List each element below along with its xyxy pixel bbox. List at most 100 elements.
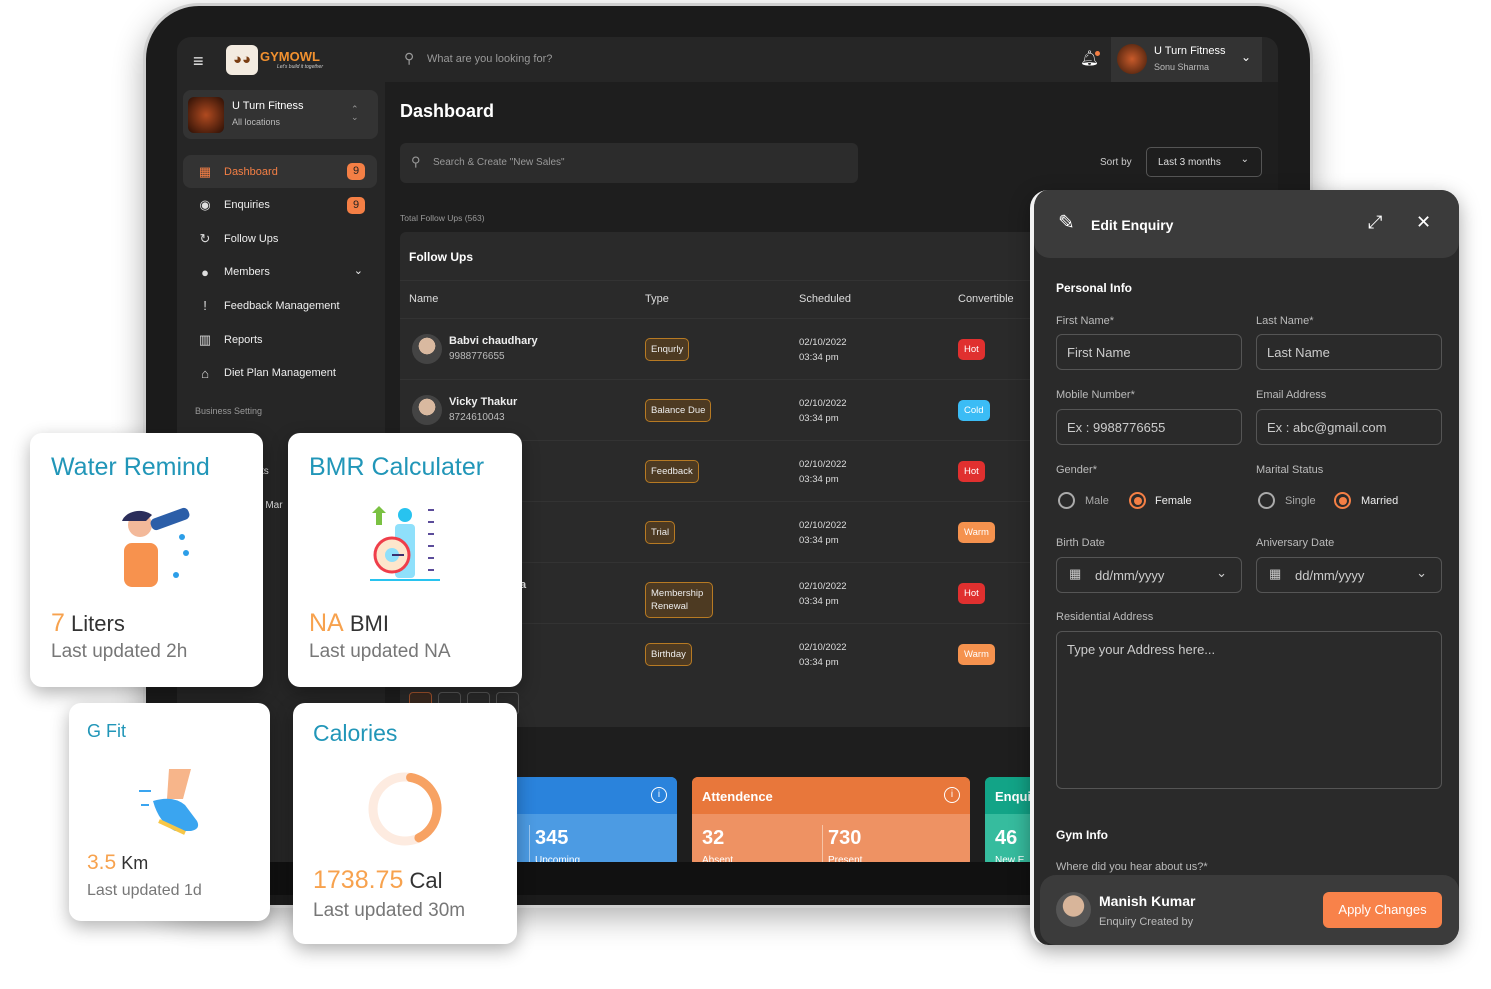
section-gym-info: Gym Info	[1056, 828, 1109, 842]
widget-updated: Last updated NA	[309, 641, 451, 662]
col-name[interactable]: Name	[409, 293, 438, 305]
type-badge: Feedback	[645, 460, 699, 483]
row-phone: 8724610043	[449, 412, 505, 423]
widget-bmr[interactable]: BMR Calculater NA BMI Last updated NA	[288, 433, 522, 687]
enquiries-icon: ◉	[199, 197, 211, 213]
location-sub: All locations	[232, 117, 281, 127]
sidebar-item-feedback-management[interactable]: ! Feedback Management	[183, 289, 377, 322]
chevron-down-icon: ⌄	[1241, 50, 1252, 64]
last-name-label: Last Name*	[1256, 315, 1314, 327]
calendar-icon: ▦	[1069, 566, 1082, 581]
sidebar-item-dashboard[interactable]: ▦ Dashboard 9	[183, 155, 377, 188]
birth-date-picker[interactable]: ▦ dd/mm/yyyy ⌄	[1056, 557, 1242, 593]
apply-changes-button[interactable]: Apply Changes	[1323, 892, 1442, 928]
close-icon[interactable]: ✕	[1416, 212, 1431, 233]
row-time: 03:34 pm	[799, 596, 839, 607]
widget-updated: Last updated 1d	[87, 882, 202, 899]
top-bar: ≡ ◕◕ GYMOWL Let's build it together ⚲ Wh…	[177, 37, 1278, 82]
row-date: 02/10/2022	[799, 398, 847, 409]
stat-value-present: 730	[828, 827, 862, 849]
bell-icon[interactable]: 🔔︎	[1080, 49, 1101, 67]
follow-ups-icon: ↻	[199, 230, 211, 246]
global-search-input[interactable]: What are you looking for?	[427, 53, 552, 65]
stat-value: 46	[995, 827, 1018, 849]
avatar	[412, 395, 442, 425]
birth-date-label: Birth Date	[1056, 537, 1105, 549]
widget-water[interactable]: Water Remind 7 Liters Last updated 2h	[30, 433, 263, 687]
col-convertible[interactable]: Convertible	[958, 293, 1014, 305]
members-icon: ●	[201, 264, 209, 280]
chevron-down-icon: ⌄	[1216, 565, 1227, 580]
avatar	[412, 334, 442, 364]
marital-label: Marital Status	[1256, 464, 1324, 476]
date-placeholder: dd/mm/yyyy	[1095, 568, 1165, 583]
row-phone: 9988776655	[449, 351, 505, 362]
hamburger-menu-icon[interactable]: ≡	[193, 51, 204, 72]
count-badge: 9	[347, 196, 365, 214]
widget-title: Water Remind	[51, 453, 210, 481]
logo-text: GYMOWL	[260, 49, 320, 64]
calories-progress-arc	[368, 772, 442, 846]
panel-title: Edit Enquiry	[1091, 217, 1174, 233]
radio-label: Married	[1361, 495, 1399, 507]
col-type[interactable]: Type	[645, 293, 669, 305]
sort-label: Sort by	[1100, 157, 1132, 168]
sidebar-item-diet-plan-management[interactable]: ⌂ Diet Plan Management	[183, 357, 377, 390]
col-scheduled[interactable]: Scheduled	[799, 293, 851, 305]
address-textarea[interactable]: Type your Address here...	[1056, 631, 1442, 789]
feedback-icon: !	[203, 298, 207, 314]
sidebar-item-label: Members	[224, 266, 270, 279]
section-business-setting: Business Setting	[195, 406, 263, 416]
pencil-icon: ✎	[1058, 212, 1075, 234]
widget-unit: BMI	[349, 611, 389, 636]
sidebar-item-label: Feedback Management	[224, 299, 340, 312]
first-name-input[interactable]: First Name	[1056, 334, 1242, 370]
widget-gfit[interactable]: G Fit 3.5 Km Last updated 1d	[69, 703, 270, 921]
anniversary-date-picker[interactable]: ▦ dd/mm/yyyy ⌄	[1256, 557, 1442, 593]
creator-sub: Enquiry Created by	[1099, 916, 1194, 928]
row-time: 03:34 pm	[799, 474, 839, 485]
profile-user: Sonu Sharma	[1154, 62, 1210, 72]
expand-icon[interactable]: ⤢	[1368, 212, 1382, 233]
row-time: 03:34 pm	[799, 352, 839, 363]
sort-select[interactable]: Last 3 months ⌄	[1146, 147, 1262, 177]
dashboard-icon: ▦	[198, 163, 212, 179]
sidebar-item-members[interactable]: ● Members ⌄	[183, 256, 377, 289]
calories-progress-ring	[368, 772, 442, 846]
stat-card-attendance[interactable]: Attendence i 32 Absent 730 Present	[692, 777, 970, 867]
referral-label: Where did you hear about us?*	[1056, 861, 1208, 873]
gym-avatar	[188, 97, 224, 133]
type-badge: Membership Renewal	[645, 582, 713, 618]
stat-value: 345	[535, 827, 569, 849]
total-follow-ups: Total Follow Ups (563)	[400, 213, 485, 223]
stat-title: Attendence	[692, 777, 970, 814]
sidebar-item-enquiries[interactable]: ◉ Enquiries 9	[183, 189, 377, 222]
search-placeholder: Search & Create "New Sales"	[433, 157, 565, 168]
chevron-down-icon: ⌄	[353, 264, 363, 277]
profile-menu[interactable]: U Turn Fitness Sonu Sharma ⌄	[1111, 37, 1262, 82]
drinking-person-icon	[122, 507, 190, 587]
radio-female[interactable]	[1129, 492, 1146, 509]
row-name: Babvi chaudhary	[449, 335, 538, 347]
last-name-input[interactable]: Last Name	[1256, 334, 1442, 370]
first-name-label: First Name*	[1056, 315, 1115, 327]
sales-search-input[interactable]: ⚲ Search & Create "New Sales"	[400, 143, 858, 183]
widget-unit: Liters	[71, 611, 125, 636]
widget-calories[interactable]: Calories 1738.75 Cal Last updated 30m	[293, 703, 517, 944]
row-name: Vicky Thakur	[449, 396, 518, 408]
sidebar-item-follow-ups[interactable]: ↻ Follow Ups	[183, 222, 377, 255]
radio-male[interactable]	[1058, 492, 1075, 509]
info-icon[interactable]: i	[651, 787, 667, 803]
radio-married[interactable]	[1334, 492, 1351, 509]
diet-icon: ⌂	[201, 365, 209, 381]
sidebar-item-reports[interactable]: ▥ Reports	[183, 323, 377, 356]
radio-single[interactable]	[1258, 492, 1275, 509]
mobile-input[interactable]: Ex : 9988776655	[1056, 409, 1242, 445]
convertible-badge: Hot	[958, 339, 985, 360]
info-icon[interactable]: i	[944, 787, 960, 803]
table-row[interactable]: Babvi chaudhary 9988776655 Enqurly 02/10…	[400, 318, 1040, 379]
location-switcher[interactable]: U Turn Fitness All locations ⌃ ⌄	[183, 90, 378, 139]
table-row[interactable]: Vicky Thakur 8724610043 Balance Due 02/1…	[400, 379, 1040, 440]
widget-unit: Cal	[409, 868, 443, 893]
email-input[interactable]: Ex : abc@gmail.com	[1256, 409, 1442, 445]
